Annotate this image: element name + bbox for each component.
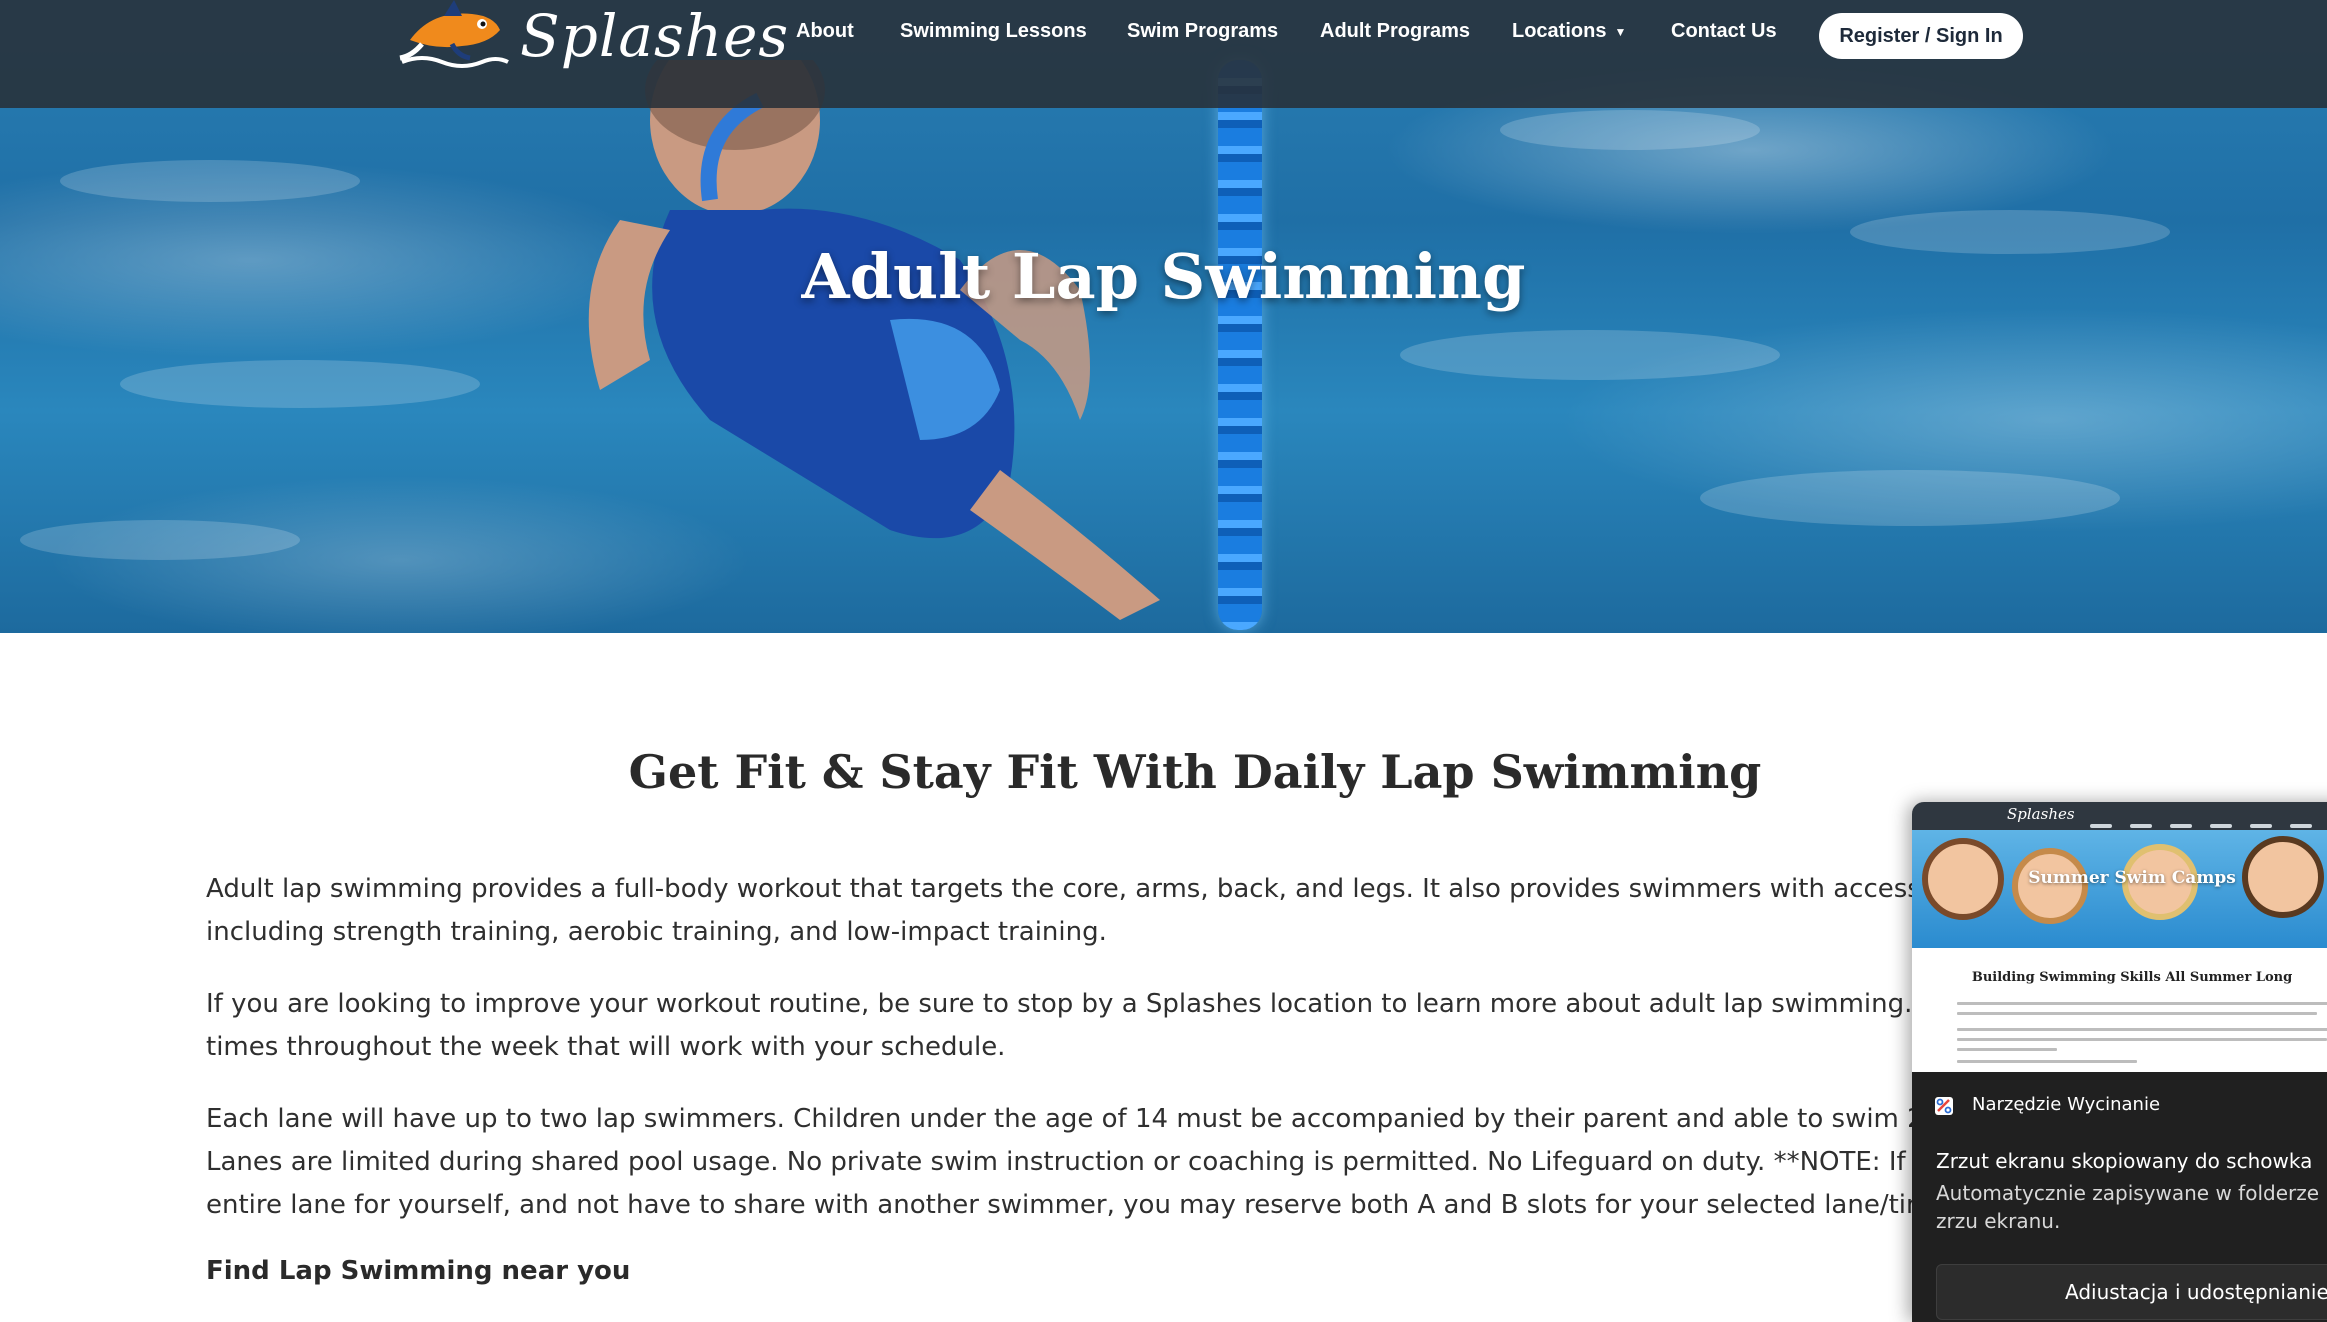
markup-and-share-button[interactable]: Adiustacja i udostępnianie <box>1936 1264 2327 1320</box>
shark-mascot-icon <box>399 0 509 68</box>
top-navbar: Splashes About Swimming Lessons Swim Pro… <box>0 0 2327 108</box>
notification-body: Automatycznie zapisywane w folderze zrzu… <box>1936 1181 2320 1233</box>
paragraph-line: Lanes are limited during shared pool usa… <box>206 1147 2071 1177</box>
screenshot-preview[interactable]: Splashes Summer Swim Camps Building Swim… <box>1912 802 2327 1072</box>
preview-hero: Summer Swim Camps <box>1912 830 2327 948</box>
preview-navbar: Splashes <box>1912 802 2327 830</box>
nav-swimming-lessons[interactable]: Swimming Lessons <box>900 20 1087 43</box>
preview-logo: Splashes <box>2007 805 2075 823</box>
site-logo[interactable]: Splashes <box>392 0 788 72</box>
section-heading: Get Fit & Stay Fit With Daily Lap Swimmi… <box>628 745 1762 799</box>
preview-text-line <box>1957 1038 2327 1041</box>
paragraph-line: times throughout the week that will work… <box>206 1032 1006 1062</box>
paragraph-line: If you are looking to improve your worko… <box>206 989 2087 1019</box>
nav-adult-programs[interactable]: Adult Programs <box>1320 20 1470 43</box>
paragraph-line: Each lane will have up to two lap swimme… <box>206 1104 2089 1134</box>
snipping-tool-notification[interactable]: Splashes Summer Swim Camps Building Swim… <box>1912 802 2327 1322</box>
nav-about[interactable]: About <box>796 20 854 43</box>
water-ripple <box>60 160 360 202</box>
notification-app-name: Narzędzie Wycinanie <box>1972 1094 2161 1115</box>
hero-title: Adult Lap Swimming <box>801 240 1526 313</box>
water-ripple <box>20 520 300 560</box>
lane-rope <box>1218 60 1262 630</box>
preview-hero-title: Summer Swim Camps <box>2028 868 2236 888</box>
swimmer-image <box>588 60 1160 620</box>
preview-text-line <box>1957 1012 2317 1015</box>
snipping-tool-icon <box>1935 1097 1953 1115</box>
preview-link-line <box>1957 1060 2137 1063</box>
paragraph-line: entire lane for yourself, and not have t… <box>206 1190 1982 1220</box>
water-ripple <box>1500 110 1760 150</box>
logo-text: Splashes <box>520 2 790 70</box>
nav-contact-us[interactable]: Contact Us <box>1671 20 1777 43</box>
water-ripple <box>1700 470 2120 526</box>
nav-swim-programs[interactable]: Swim Programs <box>1127 20 1278 43</box>
preview-text-line <box>1957 1028 2327 1031</box>
water-ripple <box>120 360 480 408</box>
paragraph-line: Adult lap swimming provides a full-body … <box>206 874 2088 904</box>
preview-text-line <box>1957 1002 2327 1005</box>
register-sign-in-button[interactable]: Register / Sign In <box>1819 13 2023 59</box>
preview-heading: Building Swimming Skills All Summer Long <box>1971 970 2293 985</box>
nav-locations-label: Locations <box>1512 20 1607 42</box>
preview-text-line <box>1957 1048 2057 1051</box>
water-ripple <box>1400 330 1780 380</box>
nav-locations[interactable]: Locations ▼ <box>1512 20 1626 43</box>
paragraph-line: including strength training, aerobic tra… <box>206 917 1107 947</box>
notification-title: Zrzut ekranu skopiowany do schowka <box>1936 1149 2313 1173</box>
chevron-down-icon: ▼ <box>1614 24 1627 39</box>
